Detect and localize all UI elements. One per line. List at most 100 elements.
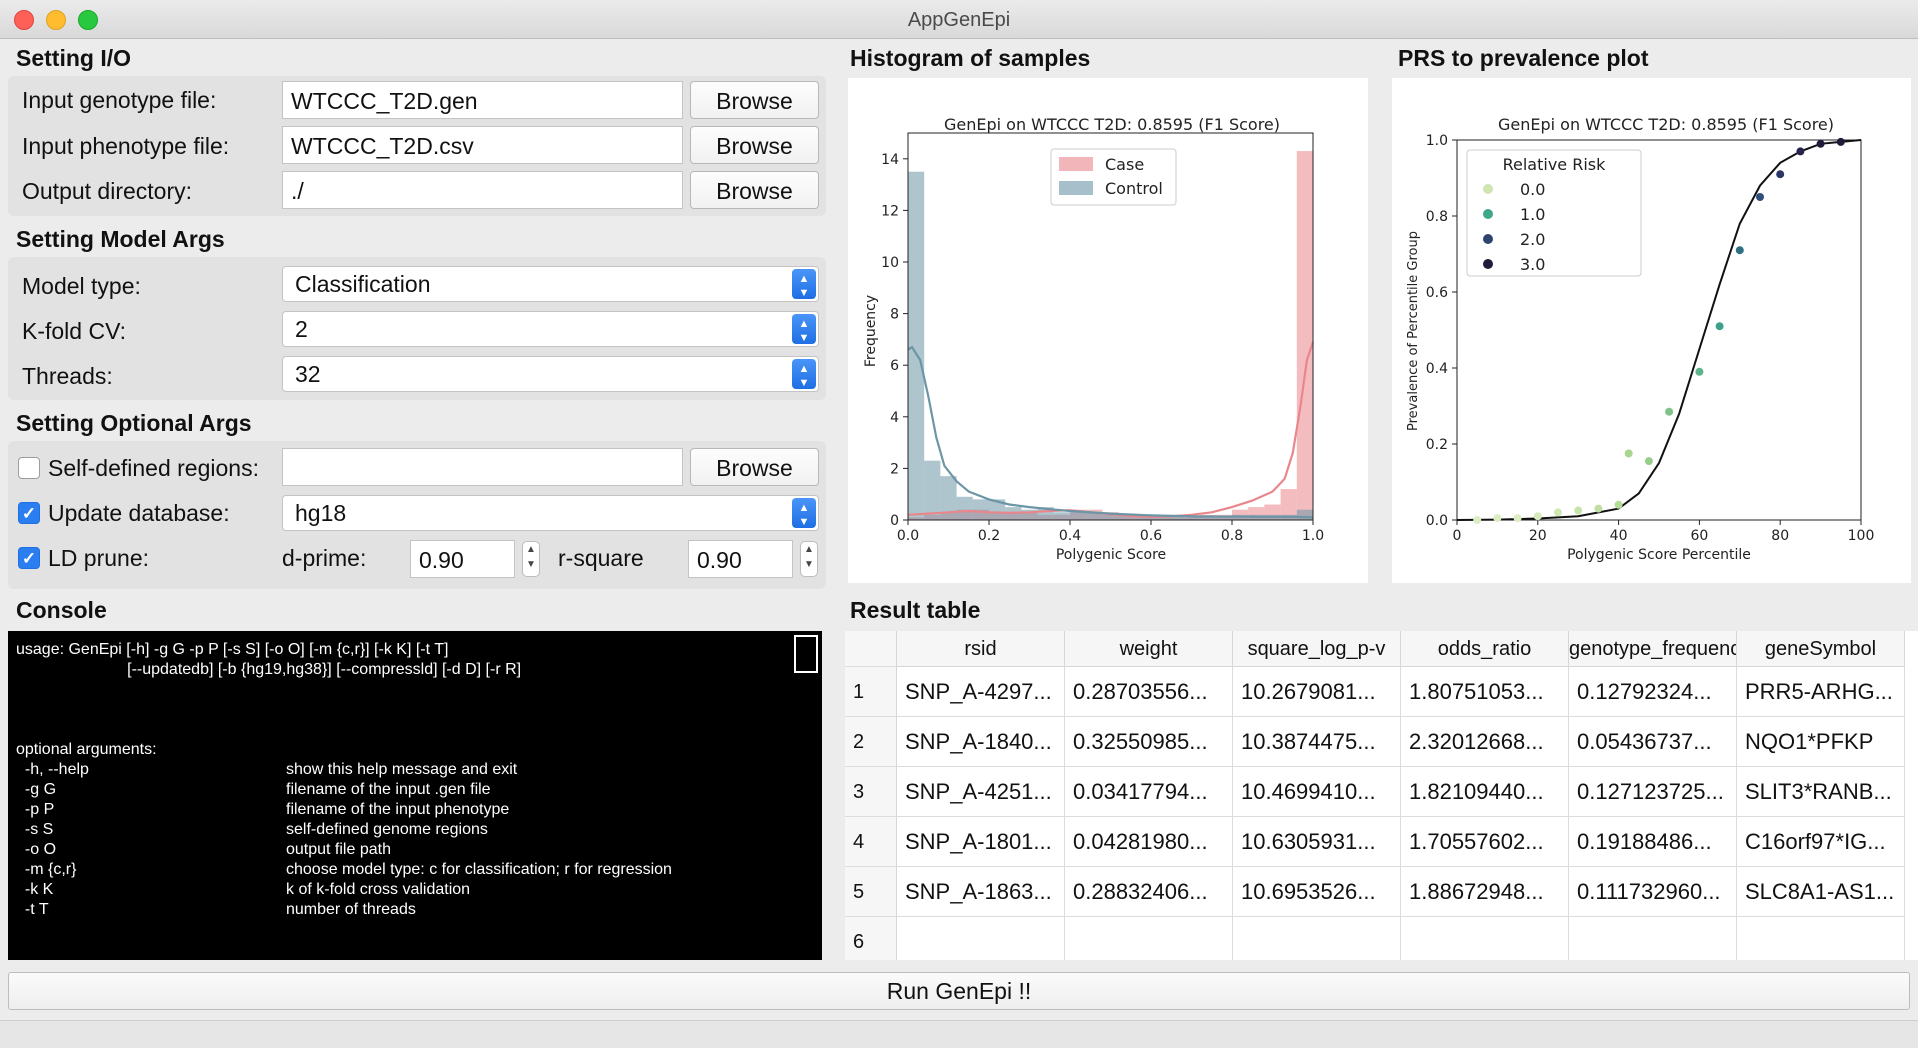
threads-label: Threads:: [22, 363, 113, 389]
genotype-label: Input genotype file:: [22, 87, 217, 113]
prs-ytick-label: 1.0: [1426, 133, 1448, 149]
table-cell[interactable]: 10.6953526...: [1233, 867, 1401, 917]
table-cell[interactable]: 1.70557602...: [1401, 817, 1569, 867]
histogram-ytick-label: 14: [881, 152, 899, 168]
table-cell[interactable]: [1065, 917, 1233, 960]
row-number[interactable]: 3: [845, 767, 897, 817]
table-cell[interactable]: 0.12792324...: [1569, 667, 1737, 717]
histogram-xtick-label: 1.0: [1302, 528, 1324, 544]
row-number[interactable]: 4: [845, 817, 897, 867]
dprime-label: d-prime:: [282, 545, 367, 571]
console-option-desc: number of threads: [286, 901, 416, 918]
section-title-prs: PRS to prevalence plot: [1398, 45, 1649, 71]
table-cell[interactable]: SLC8A1-AS1...: [1737, 867, 1905, 917]
table-cell[interactable]: SLIT3*RANB...: [1737, 767, 1905, 817]
genotype-file-input[interactable]: WTCCC_T2D.gen: [282, 81, 683, 119]
console-output[interactable]: usage: GenEpi [-h] -g G -p P [-s S] [-o …: [8, 631, 822, 960]
histogram-panel: GenEpi on WTCCC T2D: 0.8595 (F1 Score) 0…: [848, 78, 1368, 583]
model-type-select[interactable]: Classification ▲ ▼: [282, 266, 819, 302]
column-header[interactable]: genotype_frequenc: [1569, 631, 1737, 667]
table-cell[interactable]: SNP_A-1863...: [897, 867, 1065, 917]
browse-regions-button[interactable]: Browse: [690, 448, 819, 486]
table-cell[interactable]: SNP_A-4297...: [897, 667, 1065, 717]
table-cell[interactable]: NQO1*PFKP: [1737, 717, 1905, 767]
regions-input[interactable]: [282, 448, 683, 486]
table-cell[interactable]: SNP_A-1840...: [897, 717, 1065, 767]
prs-point: [1493, 514, 1502, 523]
console-option-flag: -o O: [16, 841, 57, 858]
browse-output-button[interactable]: Browse: [690, 171, 819, 209]
table-cell[interactable]: 0.03417794...: [1065, 767, 1233, 817]
rsquare-input[interactable]: 0.90: [688, 540, 793, 578]
row-number[interactable]: 2: [845, 717, 897, 767]
rsquare-stepper[interactable]: ▲ ▼: [800, 541, 818, 577]
kfold-label: K-fold CV:: [22, 318, 126, 344]
prs-xtick-label: 80: [1771, 528, 1789, 544]
chevron-updown-icon: ▲ ▼: [792, 269, 816, 299]
table-cell[interactable]: 0.32550985...: [1065, 717, 1233, 767]
threads-select[interactable]: 32 ▲ ▼: [282, 356, 819, 392]
table-cell[interactable]: 1.88672948...: [1401, 867, 1569, 917]
phenotype-file-input[interactable]: WTCCC_T2D.csv: [282, 126, 683, 164]
table-cell[interactable]: [1233, 917, 1401, 960]
table-cell[interactable]: 1.82109440...: [1401, 767, 1569, 817]
dprime-input[interactable]: 0.90: [410, 540, 515, 578]
prs-legend-marker: [1483, 234, 1493, 244]
table-cell[interactable]: 10.3874475...: [1233, 717, 1401, 767]
table-cell[interactable]: 0.111732960...: [1569, 867, 1737, 917]
table-cell[interactable]: 0.28832406...: [1065, 867, 1233, 917]
ld-prune-checkbox[interactable]: ✓: [18, 547, 40, 569]
table-cell[interactable]: 1.80751053...: [1401, 667, 1569, 717]
browse-phenotype-button[interactable]: Browse: [690, 126, 819, 164]
histogram-chart: GenEpi on WTCCC T2D: 0.8595 (F1 Score) 0…: [863, 115, 1324, 563]
table-cell[interactable]: [1569, 917, 1737, 960]
table-cell[interactable]: 0.04281980...: [1065, 817, 1233, 867]
prs-point: [1816, 139, 1825, 148]
browse-genotype-button[interactable]: Browse: [690, 81, 819, 119]
table-cell[interactable]: PRR5-ARHG...: [1737, 667, 1905, 717]
prs-point: [1624, 449, 1633, 458]
table-cell[interactable]: 0.28703556...: [1065, 667, 1233, 717]
console-option-flag: -k K: [16, 881, 54, 898]
table-cell[interactable]: [1401, 917, 1569, 960]
table-cell[interactable]: SNP_A-4251...: [897, 767, 1065, 817]
model-type-label: Model type:: [22, 273, 141, 299]
regions-checkbox[interactable]: [18, 457, 40, 479]
console-optional-heading: optional arguments:: [16, 741, 157, 758]
console-option-desc: filename of the input phenotype: [286, 801, 510, 818]
update-db-select[interactable]: hg18 ▲ ▼: [282, 495, 819, 531]
row-number[interactable]: 1: [845, 667, 897, 717]
row-number[interactable]: 6: [845, 917, 897, 960]
output-dir-input[interactable]: ./: [282, 171, 683, 209]
table-cell[interactable]: 10.4699410...: [1233, 767, 1401, 817]
table-cell[interactable]: 2.32012668...: [1401, 717, 1569, 767]
table-cell[interactable]: SNP_A-1801...: [897, 817, 1065, 867]
column-header[interactable]: square_log_p-v: [1233, 631, 1401, 667]
prs-point: [1695, 367, 1704, 376]
run-genepi-button[interactable]: Run GenEpi !!: [8, 972, 1910, 1010]
table-cell[interactable]: 0.127123725...: [1569, 767, 1737, 817]
table-cell[interactable]: [1737, 917, 1905, 960]
table-cell[interactable]: [897, 917, 1065, 960]
console-option-flag: -g G: [16, 781, 57, 798]
kfold-select[interactable]: 2 ▲ ▼: [282, 311, 819, 347]
result-table[interactable]: rsid weight square_log_p-v odds_ratio genoty…: [845, 631, 1918, 960]
column-header[interactable]: weight: [1065, 631, 1233, 667]
update-db-checkbox[interactable]: ✓: [18, 502, 40, 524]
table-cell[interactable]: 0.05436737...: [1569, 717, 1737, 767]
column-header[interactable]: rsid: [897, 631, 1065, 667]
histogram-ytick-label: 10: [881, 255, 899, 271]
table-cell[interactable]: C16orf97*IG...: [1737, 817, 1905, 867]
prs-legend-marker: [1483, 209, 1493, 219]
dprime-stepper[interactable]: ▲ ▼: [522, 541, 540, 577]
table-cell[interactable]: 10.6305931...: [1233, 817, 1401, 867]
table-cell[interactable]: 10.2679081...: [1233, 667, 1401, 717]
column-header[interactable]: odds_ratio: [1401, 631, 1569, 667]
legend-swatch-case: [1059, 157, 1093, 171]
row-number[interactable]: 5: [845, 867, 897, 917]
histogram-bar-control: [1296, 509, 1313, 520]
console-scrollbar[interactable]: [794, 635, 818, 673]
prs-point: [1715, 322, 1724, 331]
table-cell[interactable]: 0.19188486...: [1569, 817, 1737, 867]
column-header[interactable]: geneSymbol: [1737, 631, 1905, 667]
